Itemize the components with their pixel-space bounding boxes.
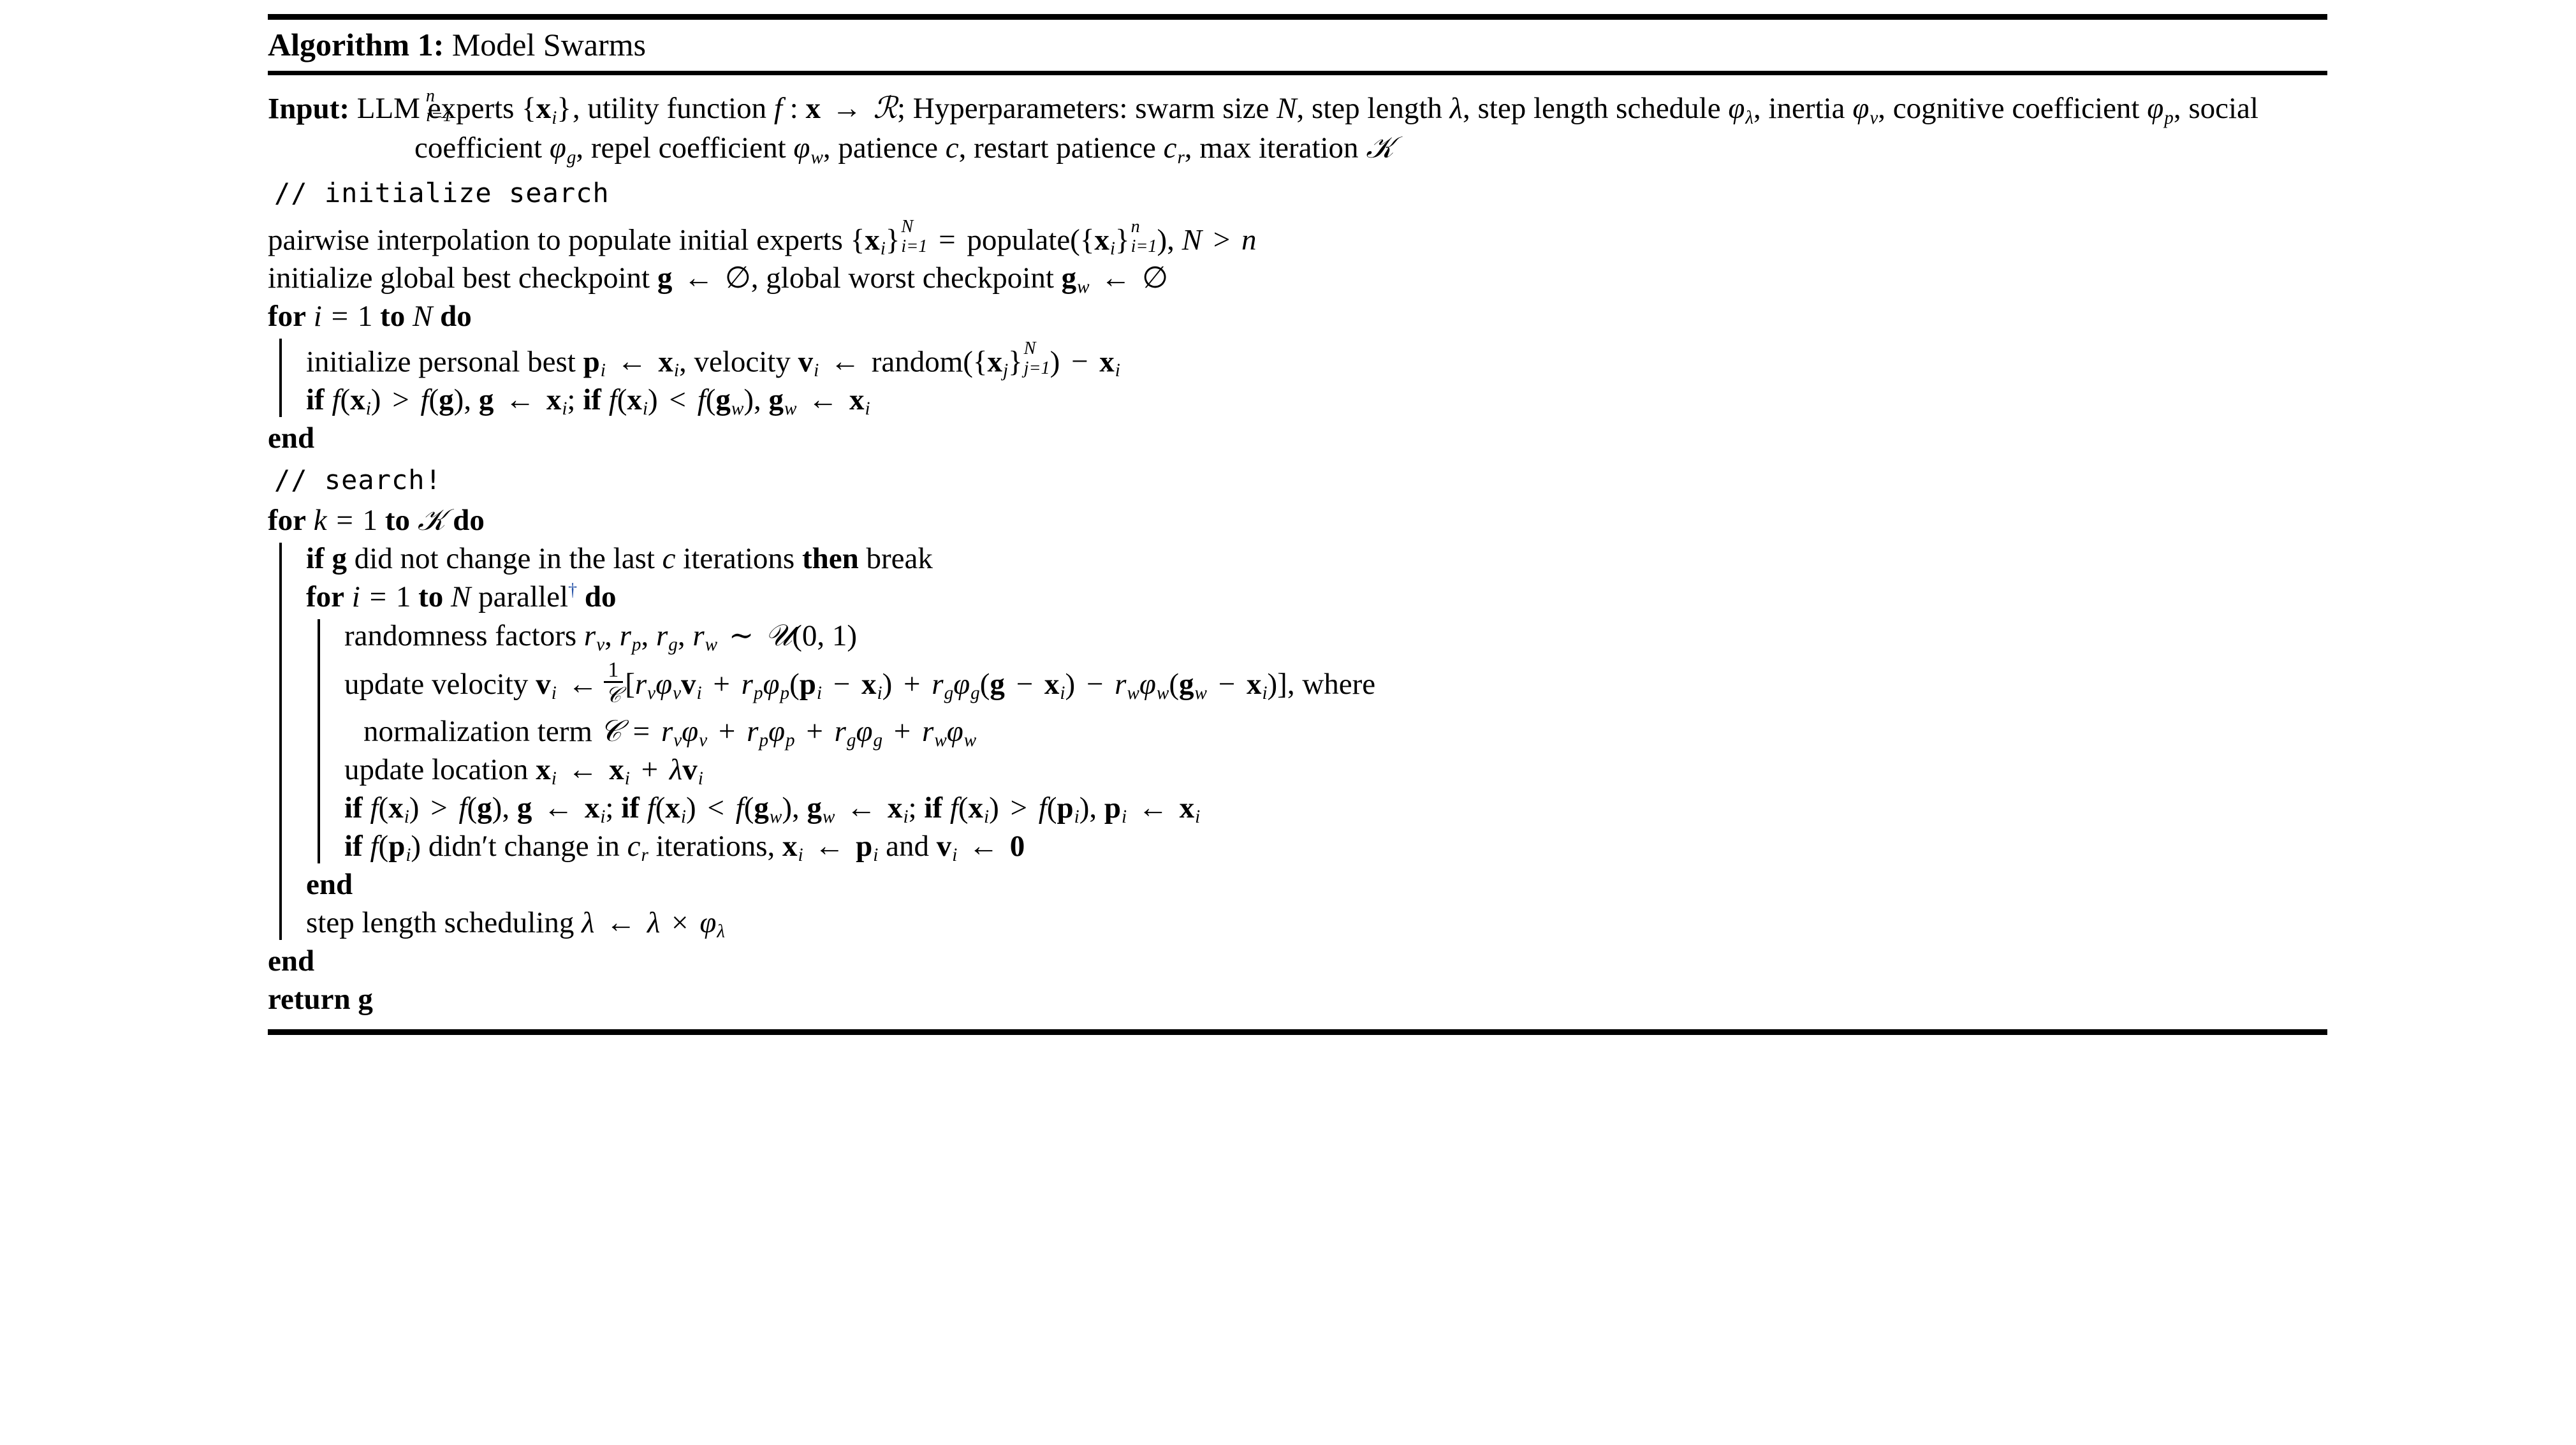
comment-search: // search!	[274, 464, 442, 496]
top-rule	[268, 14, 2327, 20]
input-line: Input: LLM experts {xi} n i=1, utility fun…	[268, 82, 2327, 171]
comment-initialize-search: // initialize search	[274, 177, 610, 209]
loop-body-parallel: randomness factors rv, rp, rg, rw ∼ 𝒰(0,…	[268, 617, 2327, 865]
line-randomness-factors: randomness factors rv, rp, rg, rw ∼ 𝒰(0,…	[344, 618, 858, 656]
indent-guide	[279, 338, 282, 418]
end-keyword: end	[268, 422, 315, 455]
algorithm-caption-label: Algorithm 1:	[268, 27, 444, 62]
line-end-init-loop: end	[268, 420, 2327, 458]
line-update-location: update location xi ← xi + λvi	[344, 752, 703, 789]
line-update-velocity: update velocity vi ← 1 𝒞 [rvφvvi + rpφp(pi …	[344, 657, 1376, 708]
line-if-restart-patience: if f(pi) didn′t change in cr iterations,…	[344, 829, 1025, 865]
line-for-k-to-K: for k = 1 to 𝒦 do	[268, 502, 485, 538]
algorithm-caption: Algorithm 1: Model Swarms	[268, 20, 2327, 71]
line-pairwise-interpolation: pairwise interpolation to populate initi…	[268, 217, 1257, 260]
line-initialize-personal-best: initialize personal best pi ← xi, veloci…	[306, 339, 1120, 381]
line-for-i-to-N: for i = 1 to N do	[268, 299, 472, 333]
line-initialize-global-best: initialize global best checkpoint g ← ∅,…	[268, 261, 1169, 298]
line-step-length-scheduling: step length scheduling λ ← λ × φλ	[306, 906, 725, 942]
indent-guide	[318, 619, 320, 863]
footnote-dagger-icon: †	[568, 580, 578, 601]
algorithm-body: Input: LLM experts {xi} n i=1, utility fun…	[268, 75, 2327, 1019]
input-text-a: LLM experts {xi} n i=1, utility function f…	[356, 85, 2258, 168]
line-for-i-parallel: for i = 1 to N parallel† do	[306, 580, 617, 614]
loop-body-search: if g did not change in the last c iterat…	[268, 540, 2327, 942]
end-keyword: end	[268, 944, 315, 978]
line-normalization-term: normalization term 𝒞 = rvφv + rpφp + rgφ…	[363, 713, 977, 751]
line-end-parallel-loop: end	[306, 866, 2327, 904]
loop-body-init: initialize personal best pi ← xi, veloci…	[268, 336, 2327, 420]
line-end-search-loop: end	[268, 943, 2327, 981]
input-label: Input:	[268, 92, 350, 126]
line-return-g: return g	[268, 982, 373, 1016]
algorithm-block: Algorithm 1: Model Swarms Input: LLM exp…	[268, 14, 2327, 1035]
end-keyword: end	[306, 867, 353, 901]
line-if-update-global: if f(xi) > f(g), g ← xi; if f(xi) < f(gw…	[306, 383, 870, 420]
line-if-no-change-break: if g did not change in the last c iterat…	[306, 542, 933, 576]
algorithm-caption-title: Model Swarms	[451, 27, 646, 62]
caption-rule	[268, 71, 2327, 75]
line-if-update-bests: if f(xi) > f(g), g ← xi; if f(xi) < f(gw…	[344, 791, 1201, 827]
bottom-rule	[268, 1029, 2327, 1035]
return-keyword: return	[268, 982, 351, 1016]
